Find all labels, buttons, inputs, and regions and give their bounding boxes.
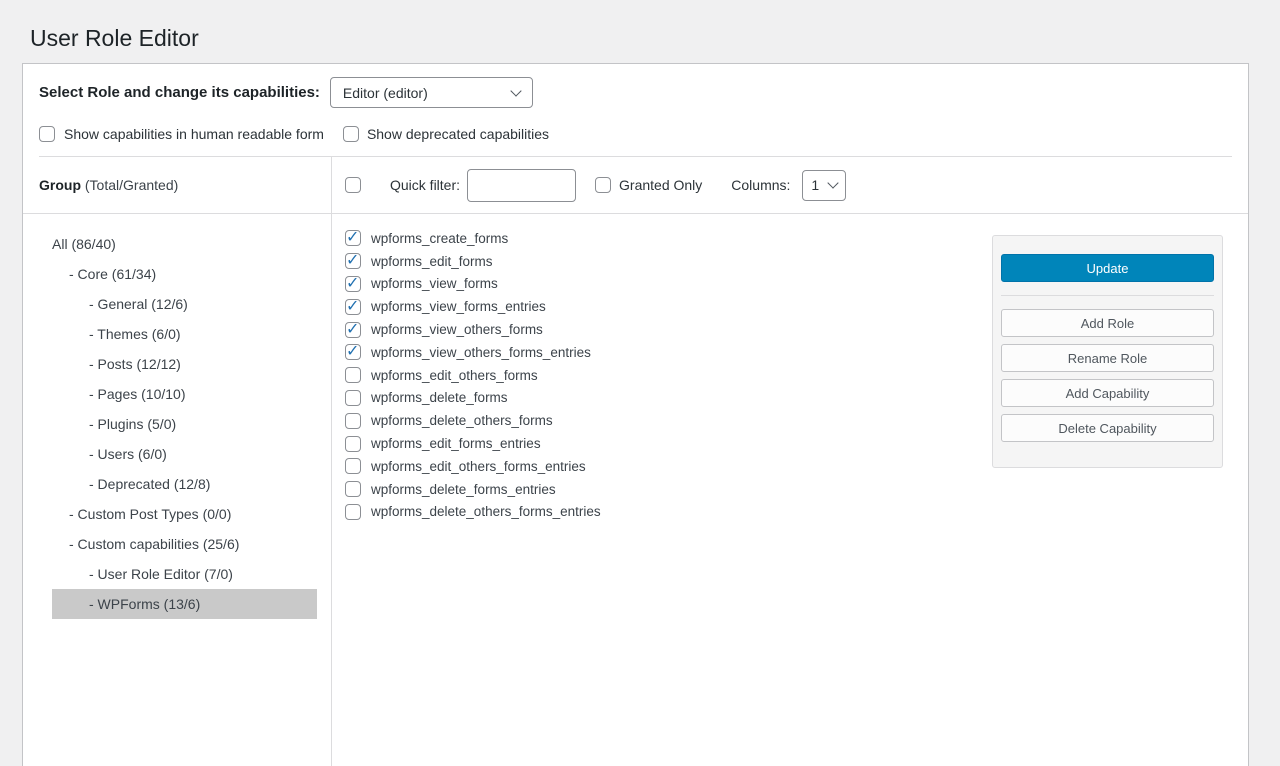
capability-label: wpforms_create_forms — [371, 231, 508, 246]
capability-row: wpforms_edit_others_forms — [345, 364, 992, 387]
group-tree-item[interactable]: - Users (6/0) — [52, 439, 317, 469]
capability-checkbox[interactable] — [345, 367, 361, 383]
capability-label: wpforms_view_forms_entries — [371, 299, 546, 314]
group-tree-item[interactable]: - User Role Editor (7/0) — [52, 559, 317, 589]
user-role-editor-panel: Select Role and change its capabilities:… — [22, 63, 1249, 766]
top-controls: Select Role and change its capabilities:… — [23, 64, 1248, 156]
group-tree-item[interactable]: - Pages (10/10) — [52, 379, 317, 409]
capability-row: wpforms_view_others_forms_entries — [345, 341, 992, 364]
group-header: Group (Total/Granted) — [23, 157, 331, 214]
capability-label: wpforms_view_others_forms_entries — [371, 345, 591, 360]
add-capability-button[interactable]: Add Capability — [1001, 379, 1214, 407]
capability-row: wpforms_edit_others_forms_entries — [345, 455, 992, 478]
granted-only-checkbox[interactable] — [595, 177, 611, 193]
capability-row: wpforms_delete_forms — [345, 387, 992, 410]
role-select-value: Editor (editor) — [343, 85, 428, 101]
capability-label: wpforms_edit_forms_entries — [371, 436, 541, 451]
capability-row: wpforms_delete_others_forms — [345, 409, 992, 432]
capability-row: wpforms_view_forms — [345, 273, 992, 296]
capability-label: wpforms_delete_forms_entries — [371, 482, 556, 497]
group-tree-item[interactable]: - Deprecated (12/8) — [52, 469, 317, 499]
capability-checkbox[interactable] — [345, 436, 361, 452]
capability-checkbox[interactable] — [345, 253, 361, 269]
group-tree-item[interactable]: - Core (61/34) — [52, 259, 317, 289]
capability-label: wpforms_delete_others_forms_entries — [371, 504, 601, 519]
capability-label: wpforms_view_forms — [371, 276, 498, 291]
human-readable-checkbox[interactable] — [39, 126, 55, 142]
group-tree-item[interactable]: - Plugins (5/0) — [52, 409, 317, 439]
group-tree-item[interactable]: - General (12/6) — [52, 289, 317, 319]
capability-row: wpforms_edit_forms_entries — [345, 432, 992, 455]
group-tree-item[interactable]: - Posts (12/12) — [52, 349, 317, 379]
capability-row: wpforms_create_forms — [345, 227, 992, 250]
group-tree-item[interactable]: - WPForms (13/6) — [52, 589, 317, 619]
human-readable-label: Show capabilities in human readable form — [64, 126, 324, 142]
capabilities-list: wpforms_create_forms wpforms_edit_formswp… — [332, 214, 992, 523]
chevron-down-icon — [510, 85, 521, 96]
groups-sidebar: Group (Total/Granted) All (86/40)- Core … — [23, 157, 332, 766]
capability-label: wpforms_edit_others_forms_entries — [371, 459, 586, 474]
capability-checkbox[interactable] — [345, 299, 361, 315]
quick-filter-label: Quick filter: — [390, 177, 460, 193]
capability-checkbox[interactable] — [345, 504, 361, 520]
filter-bar: Quick filter: Granted Only Columns: 1 — [332, 157, 1248, 214]
capability-row: wpforms_view_others_forms — [345, 318, 992, 341]
capability-row: wpforms_delete_forms_entries — [345, 478, 992, 501]
capability-label: wpforms_edit_forms — [371, 254, 493, 269]
groups-tree: All (86/40)- Core (61/34)- General (12/6… — [52, 229, 317, 619]
add-role-button[interactable]: Add Role — [1001, 309, 1214, 337]
capability-label: wpforms_delete_forms — [371, 390, 508, 405]
capability-checkbox[interactable] — [345, 481, 361, 497]
group-tree-item[interactable]: - Custom capabilities (25/6) — [52, 529, 317, 559]
delete-capability-button[interactable]: Delete Capability — [1001, 414, 1214, 442]
update-button[interactable]: Update — [1001, 254, 1214, 282]
group-tree-item[interactable]: All (86/40) — [52, 229, 317, 259]
actions-separator — [1001, 295, 1214, 296]
capability-label: wpforms_edit_others_forms — [371, 368, 538, 383]
page-title: User Role Editor — [0, 0, 1280, 63]
columns-select[interactable]: 1 — [802, 170, 846, 201]
granted-only-label: Granted Only — [619, 177, 702, 193]
capability-checkbox[interactable] — [345, 458, 361, 474]
capability-checkbox[interactable] — [345, 344, 361, 360]
capability-row: wpforms_edit_forms — [345, 250, 992, 273]
capability-checkbox[interactable] — [345, 276, 361, 292]
rename-role-button[interactable]: Rename Role — [1001, 344, 1214, 372]
actions-panel: Update Add Role Rename Role Add Capabili… — [992, 235, 1223, 468]
capability-row: wpforms_view_forms_entries — [345, 295, 992, 318]
capability-checkbox[interactable] — [345, 230, 361, 246]
group-tree-item[interactable]: - Custom Post Types (0/0) — [52, 499, 317, 529]
select-role-label: Select Role and change its capabilities: — [39, 84, 320, 101]
deprecated-label: Show deprecated capabilities — [367, 126, 549, 142]
capability-checkbox[interactable] — [345, 322, 361, 338]
capability-checkbox[interactable] — [345, 390, 361, 406]
quick-filter-input[interactable] — [467, 169, 576, 202]
capability-checkbox[interactable] — [345, 413, 361, 429]
capability-label: wpforms_view_others_forms — [371, 322, 543, 337]
group-tree-item[interactable]: - Themes (6/0) — [52, 319, 317, 349]
columns-label: Columns: — [731, 177, 790, 193]
capability-row: wpforms_delete_others_forms_entries — [345, 501, 992, 524]
chevron-down-icon — [828, 177, 839, 188]
select-all-checkbox[interactable] — [345, 177, 361, 193]
role-select[interactable]: Editor (editor) — [330, 77, 533, 108]
columns-select-value: 1 — [811, 177, 819, 193]
deprecated-checkbox[interactable] — [343, 126, 359, 142]
capability-label: wpforms_delete_others_forms — [371, 413, 553, 428]
